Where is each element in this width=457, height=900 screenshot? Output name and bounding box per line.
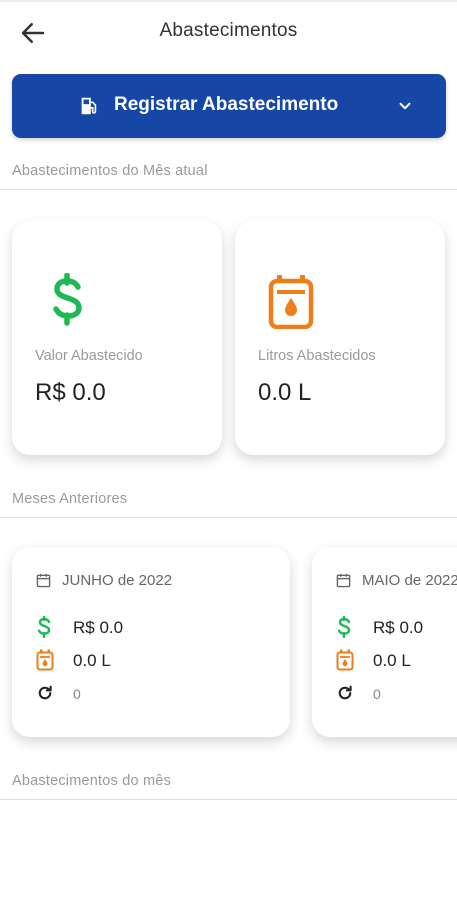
month-card[interactable]: MAIO de 2022 R$ 0.0 0.0 L 0 [312, 547, 457, 737]
month-liters: 0.0 L [73, 651, 111, 670]
month-value: R$ 0.0 [373, 618, 424, 637]
month-name: JUNHO de 2022 [62, 572, 173, 589]
refresh-icon [338, 685, 352, 700]
month-count: 0 [73, 686, 81, 702]
month-liters: 0.0 L [373, 651, 411, 670]
calendar-icon [336, 573, 351, 588]
month-name: MAIO de 2022 [362, 572, 457, 589]
month-value: R$ 0.0 [73, 618, 124, 637]
refresh-icon [38, 685, 52, 700]
fuel-can-icon [336, 649, 354, 671]
dollar-icon [37, 616, 51, 638]
months-carousel[interactable]: JUNHO de 2022 R$ 0.0 0.0 L 0 MAIO de 202… [0, 0, 457, 900]
dollar-icon [337, 616, 351, 638]
divider [0, 799, 457, 800]
calendar-icon [36, 573, 51, 588]
fuel-can-icon [36, 649, 54, 671]
month-count: 0 [373, 686, 381, 702]
section-title-month-refuels: Abastecimentos do mês [12, 773, 171, 789]
month-card[interactable]: JUNHO de 2022 R$ 0.0 0.0 L 0 [12, 547, 290, 737]
